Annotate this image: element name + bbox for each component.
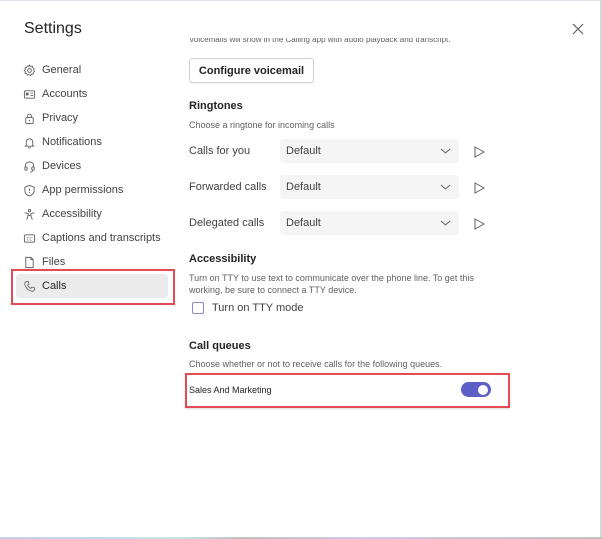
ringtone-label-calls-for-you: Calls for you bbox=[189, 145, 251, 157]
closed-captions-icon: CC bbox=[22, 231, 36, 245]
chevron-down-icon bbox=[440, 184, 451, 190]
ringtone-label-delegated-calls: Delegated calls bbox=[189, 217, 265, 229]
shield-icon bbox=[22, 183, 36, 197]
accessibility-description-line1: Turn on TTY to use text to communicate o… bbox=[189, 273, 474, 283]
sidebar-item-files[interactable]: Files bbox=[16, 250, 168, 274]
ringtone-label-forwarded-calls: Forwarded calls bbox=[189, 181, 267, 193]
select-value: Default bbox=[286, 217, 321, 229]
configure-voicemail-button[interactable]: Configure voicemail bbox=[189, 58, 314, 83]
sidebar-item-label: App permissions bbox=[42, 184, 124, 196]
ringtones-heading: Ringtones bbox=[189, 100, 243, 112]
sidebar-item-label: Privacy bbox=[42, 112, 79, 124]
phone-icon bbox=[22, 279, 36, 293]
sidebar-item-notifications[interactable]: Notifications bbox=[16, 130, 168, 154]
sidebar-item-label: General bbox=[42, 64, 82, 76]
select-value: Default bbox=[286, 145, 321, 157]
play-ringtone-forwarded-calls-icon[interactable] bbox=[473, 182, 485, 194]
close-icon bbox=[572, 23, 584, 35]
chevron-down-icon bbox=[440, 148, 451, 154]
play-ringtone-calls-for-you-icon[interactable] bbox=[473, 146, 485, 158]
sidebar-item-general[interactable]: General bbox=[16, 58, 168, 82]
dialog-title: Settings bbox=[24, 20, 82, 37]
queue-name-sales-and-marketing: Sales And Marketing bbox=[189, 385, 272, 395]
gear-icon bbox=[22, 63, 36, 77]
sidebar-item-label: Notifications bbox=[42, 136, 102, 148]
sidebar-item-captions-and-transcripts[interactable]: CC Captions and transcripts bbox=[16, 226, 168, 250]
tty-mode-checkbox[interactable] bbox=[192, 302, 204, 314]
close-button[interactable] bbox=[569, 20, 587, 38]
tty-mode-checkbox-row[interactable]: Turn on TTY mode bbox=[192, 302, 304, 314]
accessibility-icon bbox=[22, 207, 36, 221]
sidebar-item-label: Calls bbox=[42, 280, 67, 292]
sidebar-item-label: Devices bbox=[42, 160, 82, 172]
headset-icon bbox=[22, 159, 36, 173]
tty-mode-label: Turn on TTY mode bbox=[212, 302, 304, 314]
queue-toggle-sales-and-marketing[interactable] bbox=[461, 382, 491, 397]
window-top-border bbox=[0, 0, 602, 1]
play-ringtone-delegated-calls-icon[interactable] bbox=[473, 218, 485, 230]
sidebar-item-label: Files bbox=[42, 256, 66, 268]
chevron-down-icon bbox=[440, 220, 451, 226]
settings-nav: General Accounts Privacy Notifications D… bbox=[16, 58, 168, 298]
ringtone-select-forwarded-calls[interactable]: Default bbox=[280, 175, 459, 199]
id-card-icon bbox=[22, 87, 36, 101]
sidebar-item-calls[interactable]: Calls bbox=[16, 274, 168, 298]
ringtone-select-calls-for-you[interactable]: Default bbox=[280, 139, 459, 163]
ringtones-description: Choose a ringtone for incoming calls bbox=[189, 120, 335, 130]
sidebar-item-accessibility[interactable]: Accessibility bbox=[16, 202, 168, 226]
svg-text:CC: CC bbox=[26, 236, 32, 241]
file-icon bbox=[22, 255, 36, 269]
lock-icon bbox=[22, 111, 36, 125]
call-queues-heading: Call queues bbox=[189, 340, 251, 352]
accessibility-description-line2: working, be sure to connect a TTY device… bbox=[189, 285, 357, 295]
sidebar-item-devices[interactable]: Devices bbox=[16, 154, 168, 178]
voicemail-description: Voicemails will show in the Calling app … bbox=[189, 38, 451, 44]
sidebar-item-label: Captions and transcripts bbox=[42, 232, 161, 244]
ringtone-select-delegated-calls[interactable]: Default bbox=[280, 211, 459, 235]
sidebar-item-app-permissions[interactable]: App permissions bbox=[16, 178, 168, 202]
accessibility-heading: Accessibility bbox=[189, 253, 257, 265]
sidebar-item-privacy[interactable]: Privacy bbox=[16, 106, 168, 130]
sidebar-item-label: Accessibility bbox=[42, 208, 102, 220]
sidebar-item-label: Accounts bbox=[42, 88, 88, 100]
toggle-knob bbox=[478, 384, 488, 395]
call-queues-description: Choose whether or not to receive calls f… bbox=[189, 359, 443, 369]
sidebar-item-accounts[interactable]: Accounts bbox=[16, 82, 168, 106]
select-value: Default bbox=[286, 181, 321, 193]
bell-icon bbox=[22, 135, 36, 149]
